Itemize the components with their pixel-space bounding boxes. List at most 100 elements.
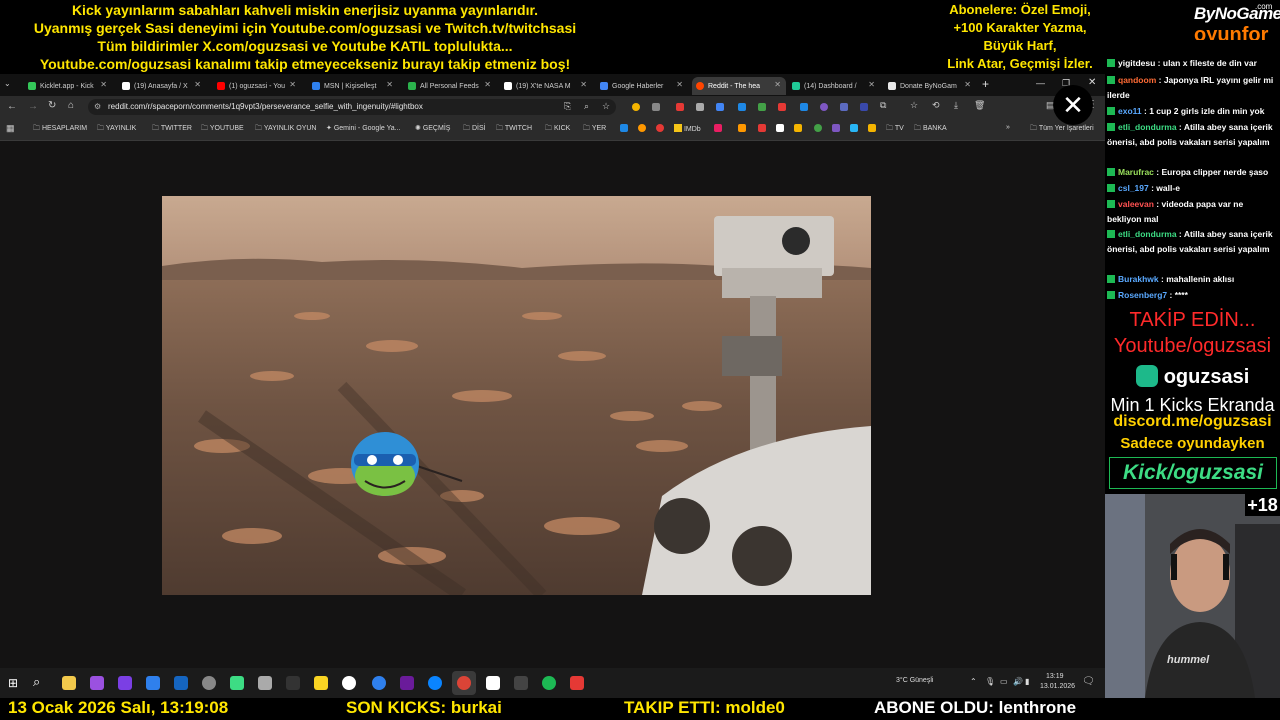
bookmark-site-icon[interactable] (758, 124, 766, 132)
search-icon[interactable]: ⌕ (33, 674, 40, 690)
app-icon[interactable] (400, 676, 414, 690)
app-icon[interactable] (202, 676, 216, 690)
bookmark-star-icon[interactable]: ☆ (602, 101, 610, 112)
bookmark-kick[interactable]: 🗀 KICK (545, 124, 570, 135)
onenote-icon[interactable] (118, 676, 132, 690)
all-bookmarks[interactable]: 🗀 Tüm Yer İşaretleri (1030, 124, 1094, 135)
app-icon[interactable] (286, 676, 300, 690)
window-close-icon[interactable]: ✕ (1088, 77, 1096, 88)
url-field[interactable]: ⚙ reddit.com/r/spaceporn/comments/1q9vpt… (88, 99, 616, 115)
extension-icon[interactable] (652, 103, 660, 111)
bookmark-site-icon[interactable] (794, 124, 802, 132)
install-app-icon[interactable]: ⎘ (564, 101, 571, 112)
app-icon[interactable] (514, 676, 528, 690)
extension-icon[interactable] (860, 103, 868, 111)
camera-icon[interactable] (258, 676, 272, 690)
tab-search-icon[interactable]: ⌄ (4, 79, 14, 89)
tray-overflow-icon[interactable]: ⌃ (970, 677, 977, 686)
app-icon[interactable] (146, 676, 160, 690)
bookmark-site-icon[interactable] (738, 124, 746, 132)
clock-time[interactable]: 13:19 (1046, 673, 1064, 680)
extension-icon[interactable] (676, 103, 684, 111)
bookmark-site-icon[interactable] (832, 124, 840, 132)
tab-close-icon[interactable]: ✕ (774, 80, 781, 89)
clock-date[interactable]: 13.01.2026 (1040, 683, 1075, 690)
tab-reddit[interactable]: Reddit - The hea ✕ (692, 77, 786, 95)
start-menu-icon[interactable]: ⊞ (8, 676, 18, 690)
extension-icon[interactable] (840, 103, 848, 111)
bookmark-youtube[interactable]: 🗀 YOUTUBE (201, 124, 244, 135)
home-icon[interactable]: ⌂ (68, 100, 74, 111)
tab-close-icon[interactable]: ✕ (386, 80, 393, 89)
bookmark-site-icon[interactable] (868, 124, 876, 132)
tab-close-icon[interactable]: ✕ (964, 80, 971, 89)
zoom-icon[interactable]: ⌕ (584, 101, 589, 112)
tab-x-nasa[interactable]: (19) X'te NASA M ✕ (500, 77, 592, 95)
extension-icon[interactable] (758, 103, 766, 111)
extension-icon[interactable] (800, 103, 808, 111)
reading-list-icon[interactable]: ☆ (910, 100, 918, 111)
bookmark-gecmis[interactable]: ✺ GEÇMİŞ (415, 124, 450, 132)
bookmark-site-icon[interactable] (814, 124, 822, 132)
reload-icon[interactable]: ↻ (48, 100, 56, 111)
extension-icon[interactable] (716, 103, 724, 111)
tab-close-icon[interactable]: ✕ (868, 80, 875, 89)
bookmark-tv[interactable]: 🗀 TV (886, 124, 904, 135)
bookmark-site-icon[interactable] (850, 124, 858, 132)
forward-icon[interactable]: → (28, 101, 38, 112)
edge-icon[interactable] (428, 676, 442, 690)
microphone-icon[interactable]: 🎙 (985, 677, 995, 686)
lightbox-close-button[interactable]: ✕ (1053, 85, 1093, 125)
chrome-taskbar-button[interactable] (452, 671, 476, 695)
app-icon[interactable] (542, 676, 556, 690)
tab-youtube[interactable]: (1) oguzsasi - You ✕ (213, 77, 301, 95)
app-icon[interactable] (314, 676, 328, 690)
discord-link[interactable]: discord.me/oguzsasi (1105, 413, 1280, 431)
tab-google-news[interactable]: Google Haberler ✕ (596, 77, 688, 95)
bookmark-hesaplarim[interactable]: 🗀 HESAPLARIM (33, 124, 87, 135)
tab-msn[interactable]: MSN | Kişiselleşt ✕ (308, 77, 398, 95)
apps-grid-icon[interactable]: ▦ (6, 123, 15, 134)
weather-widget[interactable]: 3°C Güneşli (896, 677, 933, 684)
bookmark-site-icon[interactable] (714, 124, 722, 132)
bookmark-disi[interactable]: 🗀 DİSİ (463, 124, 486, 135)
history-icon[interactable]: ⟲ (932, 100, 940, 111)
new-tab-button[interactable]: + (982, 77, 989, 91)
tab-close-icon[interactable]: ✕ (580, 80, 587, 89)
bookmarks-overflow-icon[interactable]: » (1006, 124, 1010, 131)
tab-x-home[interactable]: (19) Anasayfa / X ✕ (118, 77, 206, 95)
delete-icon[interactable]: 🗑 (974, 100, 985, 111)
extension-icon[interactable] (632, 103, 640, 111)
download-icon[interactable]: ⤓ (954, 100, 958, 111)
extension-icon[interactable] (738, 103, 746, 111)
bookmark-yayinlik-oyun[interactable]: 🗀 YAYINLIK OYUN (255, 124, 316, 135)
tab-dashboard[interactable]: (14) Dashboard / ✕ (788, 77, 880, 95)
file-explorer-icon[interactable] (62, 676, 76, 690)
back-icon[interactable]: ← (7, 101, 17, 112)
tab-close-icon[interactable]: ✕ (484, 80, 491, 89)
bookmark-yayinlik[interactable]: 🗀 YAYINLIK (97, 124, 136, 135)
app-icon[interactable] (486, 676, 500, 690)
bookmark-site-icon[interactable] (776, 124, 784, 132)
kick-link-box[interactable]: Kick/oguzsasi (1109, 457, 1277, 489)
app-icon[interactable] (174, 676, 188, 690)
bookmark-twitter[interactable]: 🗀 TWITTER (152, 124, 192, 135)
battery-icon[interactable]: ▮ (1025, 677, 1029, 686)
bookmark-site-icon[interactable] (638, 124, 646, 132)
app-icon[interactable] (90, 676, 104, 690)
tab-close-icon[interactable]: ✕ (194, 80, 201, 89)
network-icon[interactable]: ▭ (1000, 677, 1008, 686)
notification-icon[interactable]: 🗨 (1082, 676, 1095, 687)
tab-close-icon[interactable]: ✕ (289, 80, 296, 89)
extension-icon[interactable] (696, 103, 704, 111)
bookmark-imdb[interactable]: IMDb (674, 124, 701, 133)
bookmark-site-icon[interactable] (656, 124, 664, 132)
tab-bynogame[interactable]: Donate ByNoGam ✕ (884, 77, 976, 95)
tab-feedly[interactable]: All Personal Feeds ✕ (404, 77, 496, 95)
site-info-icon[interactable]: ⚙ (94, 102, 101, 111)
bookmark-gemini[interactable]: ✦ Gemini - Google Ya... (326, 124, 400, 132)
bookmark-site-icon[interactable] (620, 124, 628, 132)
extension-icon[interactable] (820, 103, 828, 111)
minimize-icon[interactable]: — (1036, 78, 1045, 88)
bookmark-banka[interactable]: 🗀 BANKA (914, 124, 947, 135)
